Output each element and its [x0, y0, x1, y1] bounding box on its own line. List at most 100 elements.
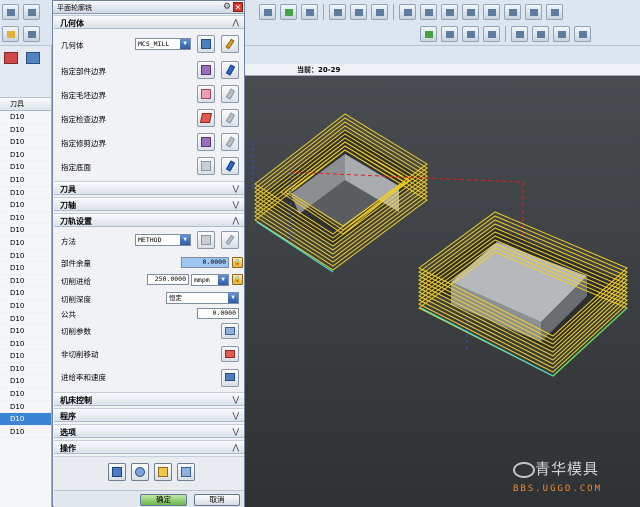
display-button[interactable] [221, 85, 239, 103]
toolbar-button[interactable] [504, 4, 521, 20]
section-tool[interactable]: 刀具 ⋁ [54, 181, 244, 195]
snap-icon[interactable] [371, 4, 388, 20]
lock-icon[interactable]: 🔒 [232, 257, 243, 268]
toolbar-button[interactable] [462, 4, 479, 20]
toolbar-button[interactable] [441, 26, 458, 42]
verify-button[interactable] [154, 463, 172, 481]
toolbar-button[interactable] [2, 4, 19, 20]
navigator-row[interactable]: D10 [0, 325, 51, 338]
navigator-row[interactable]: D10 [0, 413, 51, 426]
toolbar-button[interactable] [553, 26, 570, 42]
method-select[interactable]: METHOD ▼ [135, 234, 191, 246]
navigator-row[interactable]: D10 [0, 262, 51, 275]
navigator-row[interactable]: D10 [0, 250, 51, 263]
cancel-button[interactable]: 取消 [194, 494, 240, 506]
edit-method-button[interactable] [197, 231, 215, 249]
geometry-select[interactable]: MCS_MILL ▼ [135, 38, 191, 50]
navigator-row[interactable]: D10 [0, 313, 51, 326]
gear-icon[interactable]: ⚙ [222, 2, 232, 12]
list-button[interactable] [177, 463, 195, 481]
edit-button[interactable] [221, 231, 239, 249]
section-geometry[interactable]: 几何体 ⋀ [54, 15, 244, 29]
navigator-row[interactable]: D10 [0, 124, 51, 137]
navigator-row[interactable]: D10 [0, 287, 51, 300]
navigator-row[interactable]: D10 [0, 136, 51, 149]
navigator-row[interactable]: D10 [0, 161, 51, 174]
navigator-row[interactable]: D10 [0, 187, 51, 200]
toolbar-button[interactable] [574, 26, 591, 42]
toolbar-button[interactable] [511, 26, 528, 42]
toolbar-button[interactable] [23, 26, 40, 42]
display-button[interactable] [221, 109, 239, 127]
toolbar-button[interactable] [525, 4, 542, 20]
navigator-row[interactable]: D10 [0, 237, 51, 250]
navigator-tool-icon[interactable] [26, 52, 40, 64]
navigator-tool-icon[interactable] [4, 52, 18, 64]
close-button[interactable]: ✕ [233, 2, 243, 12]
lock-icon[interactable]: 🔒 [232, 274, 243, 285]
graphics-viewport[interactable]: 当前：20-29 [245, 46, 640, 507]
ok-button[interactable]: 确定 [140, 494, 187, 506]
toolbar-button[interactable] [420, 26, 437, 42]
navigator-row[interactable]: D10 [0, 275, 51, 288]
stock-input[interactable]: 0.0000 [181, 257, 229, 268]
toolbar-button[interactable] [483, 26, 500, 42]
navigator-row[interactable]: D10 [0, 388, 51, 401]
generate-button[interactable] [108, 463, 126, 481]
section-actions[interactable]: 操作 ⋀ [54, 440, 244, 454]
navigator-row[interactable]: D10 [0, 174, 51, 187]
edit-geometry-button[interactable] [197, 35, 215, 53]
blank-boundary-button[interactable] [197, 85, 215, 103]
feed-input[interactable]: 250.0000 [147, 274, 189, 285]
navigator-row[interactable]: D10 [0, 401, 51, 414]
navigator-row[interactable]: D10 [0, 375, 51, 389]
toolbar-button[interactable] [441, 4, 458, 20]
section-path-settings[interactable]: 刀轨设置 ⋀ [54, 213, 244, 227]
navigator-row[interactable]: D10 [0, 111, 51, 124]
navigator-row[interactable]: D10 [0, 212, 51, 225]
toolbar-button[interactable] [259, 4, 276, 20]
depth-select[interactable]: 恒定 ▼ [166, 292, 239, 304]
feed-unit-select[interactable]: mmpm ▼ [191, 274, 229, 286]
toolbar-button[interactable] [399, 4, 416, 20]
trim-boundary-button[interactable] [197, 133, 215, 151]
select-arrow-icon[interactable] [329, 4, 346, 20]
floor-button[interactable] [197, 157, 215, 175]
non-cut-moves-button[interactable] [221, 346, 239, 362]
display-button[interactable] [221, 61, 239, 79]
navigator-row[interactable]: D10 [0, 363, 51, 376]
edit-button[interactable] [221, 35, 239, 53]
toolbar-button[interactable] [23, 4, 40, 20]
toolbar-button[interactable] [2, 26, 19, 42]
section-machine-control[interactable]: 机床控制 ⋁ [54, 392, 244, 406]
navigator-row[interactable]: D10 [0, 149, 51, 162]
navigator-row[interactable]: D10 [0, 199, 51, 212]
feeds-speeds-button[interactable] [221, 369, 239, 387]
replay-button[interactable] [131, 463, 149, 481]
toolbar-button[interactable] [532, 26, 549, 42]
display-button[interactable] [221, 157, 239, 175]
toolbar-button[interactable] [280, 4, 297, 20]
navigator-row[interactable]: D10 [0, 350, 51, 363]
watermark-text: 青华模具 [535, 460, 600, 478]
navigator-row[interactable]: D10 [0, 300, 51, 313]
section-options[interactable]: 选项 ⋁ [54, 424, 244, 438]
section-program[interactable]: 程序 ⋁ [54, 408, 244, 422]
cut-params-button[interactable] [221, 323, 239, 339]
navigator-row[interactable]: D10 [0, 426, 51, 439]
section-tool-axis[interactable]: 刀轴 ⋁ [54, 197, 244, 211]
check-boundary-button[interactable] [197, 109, 215, 127]
navigator-row[interactable]: D10 [0, 338, 51, 351]
toolbar-button[interactable] [462, 26, 479, 42]
toolbar-button[interactable] [483, 4, 500, 20]
select-filter-icon[interactable] [350, 4, 367, 20]
navigator-row[interactable]: D10 [0, 224, 51, 237]
toolbar-button[interactable] [420, 4, 437, 20]
part-boundary-button[interactable] [197, 61, 215, 79]
navigator-column-tool[interactable]: 刀具 [0, 98, 51, 111]
common-input[interactable]: 0.0000 [197, 308, 239, 319]
toolbar-button[interactable] [301, 4, 318, 20]
dialog-titlebar[interactable]: 平面轮廓铣 ⚙ ✕ [53, 1, 244, 14]
display-button[interactable] [221, 133, 239, 151]
toolbar-button[interactable] [546, 4, 563, 20]
